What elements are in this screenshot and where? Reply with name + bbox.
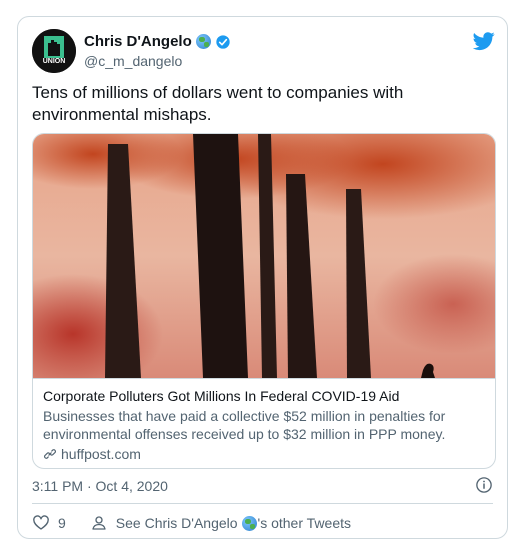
twitter-bird-icon[interactable] <box>473 30 495 52</box>
author-name-row[interactable]: Chris D'Angelo <box>84 33 231 50</box>
profile-link-suffix: 's other Tweets <box>257 515 351 531</box>
tweet-text: Tens of millions of dollars went to comp… <box>32 83 404 124</box>
profile-link-prefix: See Chris D'Angelo <box>115 515 238 531</box>
person-icon <box>92 516 106 530</box>
tweet-actions: 9 See Chris D'Angelo 's other Tweets <box>32 514 375 532</box>
link-domain[interactable]: huffpost.com <box>61 445 141 463</box>
verified-badge-icon <box>216 34 230 49</box>
link-preview-body[interactable]: Corporate Polluters Got Millions In Fede… <box>33 378 495 468</box>
tweet-timestamp[interactable]: 3:11 PM · Oct 4, 2020 <box>32 478 168 494</box>
globe-emoji-icon <box>195 34 211 49</box>
link-title[interactable]: Corporate Polluters Got Millions In Fede… <box>43 387 487 405</box>
author-handle[interactable]: @c_m_dangelo <box>84 53 182 69</box>
link-icon <box>44 449 56 459</box>
heart-icon <box>33 515 49 530</box>
globe-emoji-icon <box>241 515 257 531</box>
link-domain-row[interactable]: huffpost.com <box>43 445 487 463</box>
see-other-tweets-link[interactable]: See Chris D'Angelo 's other Tweets <box>90 514 351 532</box>
link-description: Businesses that have paid a collective $… <box>43 408 446 442</box>
like-count: 9 <box>58 515 66 531</box>
link-preview-card[interactable]: Corporate Polluters Got Millions In Fede… <box>32 133 496 469</box>
divider <box>32 503 493 504</box>
avatar[interactable]: UNION <box>32 29 76 73</box>
tweet-card[interactable]: UNION Chris D'Angelo @c_m_dangelo Tens o… <box>17 16 508 539</box>
author-name[interactable]: Chris D'Angelo <box>84 33 192 50</box>
avatar-text: UNION <box>42 58 66 65</box>
like-button[interactable]: 9 <box>32 514 66 532</box>
info-icon[interactable] <box>475 476 493 494</box>
smokestacks-photo[interactable] <box>33 134 496 378</box>
